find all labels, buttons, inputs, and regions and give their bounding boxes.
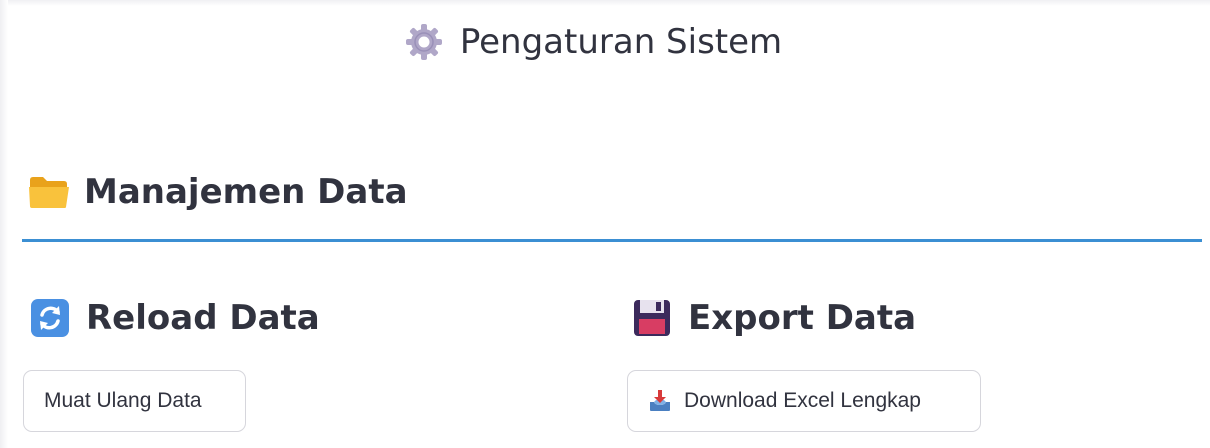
reload-data-button[interactable]: Muat Ulang Data — [23, 370, 246, 432]
gear-icon — [405, 24, 442, 60]
section-title: Manajemen Data — [84, 172, 408, 212]
download-excel-button[interactable]: Download Excel Lengkap — [627, 370, 981, 432]
download-excel-button-label: Download Excel Lengkap — [684, 389, 921, 412]
left-edge-shadow — [0, 0, 8, 448]
reload-data-title: Reload Data — [86, 298, 320, 338]
page-title: Pengaturan Sistem — [0, 22, 1186, 62]
export-data-header: Export Data — [632, 298, 916, 338]
section-header-manajemen-data: Manajemen Data — [28, 172, 408, 212]
reload-data-button-label: Muat Ulang Data — [44, 389, 202, 412]
reload-data-header: Reload Data — [30, 298, 320, 338]
download-tray-icon — [650, 390, 670, 411]
folder-icon — [29, 177, 69, 208]
reload-icon — [31, 299, 69, 337]
export-data-title: Export Data — [688, 298, 917, 338]
top-edge-shadow — [0, 0, 1210, 6]
section-divider — [22, 239, 1202, 242]
page-title-text: Pengaturan Sistem — [459, 22, 783, 62]
app-frame: Pengaturan Sistem Manajemen Data Reload … — [0, 0, 1210, 448]
floppy-disk-icon — [634, 300, 670, 336]
